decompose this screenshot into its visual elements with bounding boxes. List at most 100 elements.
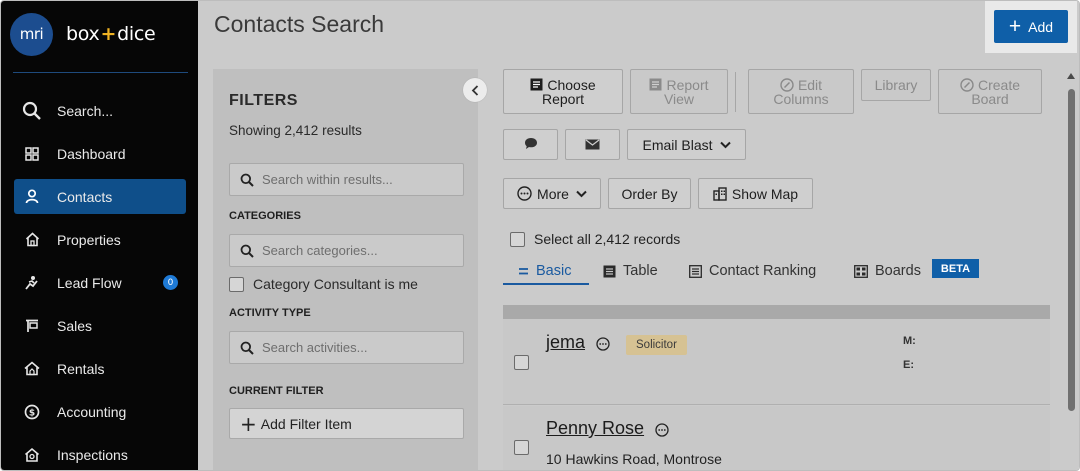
email-blast-dropdown[interactable]: Email Blast bbox=[627, 129, 746, 160]
beta-badge: BETA bbox=[932, 259, 979, 278]
consultant-checkbox-label: Category Consultant is me bbox=[253, 276, 418, 292]
search-activities-input[interactable]: Search activities... bbox=[229, 331, 464, 364]
tab-table-label: Table bbox=[623, 263, 658, 279]
person-icon bbox=[14, 189, 50, 204]
contact-name-link[interactable]: Penny Rose bbox=[546, 418, 644, 439]
sidebar-item-label: Sales bbox=[57, 317, 93, 334]
sidebar-item-accounting[interactable]: $ Accounting bbox=[14, 394, 186, 429]
report-view-label-2: View bbox=[663, 90, 695, 107]
search-icon bbox=[240, 173, 254, 187]
sidebar-item-inspections[interactable]: Inspections bbox=[14, 437, 186, 470]
more-circle-icon[interactable] bbox=[596, 337, 610, 351]
tab-boards-label: Boards bbox=[875, 263, 921, 279]
active-tab-underline bbox=[503, 283, 589, 285]
sidebar-item-label: Inspections bbox=[57, 446, 128, 463]
show-map-button[interactable]: Show Map bbox=[698, 178, 813, 209]
show-map-label: Show Map bbox=[731, 185, 799, 202]
sidebar-item-contacts[interactable]: Contacts bbox=[14, 179, 186, 214]
order-by-button[interactable]: Order By bbox=[608, 178, 691, 209]
brand-logo[interactable]: mri box+dice bbox=[10, 12, 156, 56]
edit-columns-label-1: Edit bbox=[797, 76, 823, 93]
page-title: Contacts Search bbox=[214, 11, 385, 37]
list-icon bbox=[518, 267, 529, 276]
tab-basic[interactable]: Basic bbox=[518, 257, 571, 285]
contact-mobile-label: M: bbox=[903, 335, 916, 347]
sidebar-item-label: Lead Flow bbox=[57, 274, 122, 291]
tab-boards[interactable]: Boards bbox=[854, 257, 921, 285]
current-filter-heading: CURRENT FILTER bbox=[229, 385, 324, 397]
sidebar-item-dashboard[interactable]: Dashboard bbox=[14, 136, 186, 171]
add-button-label: Add bbox=[1028, 18, 1054, 35]
report-icon bbox=[649, 78, 662, 91]
collapse-filters-button[interactable] bbox=[463, 78, 487, 102]
sms-button[interactable] bbox=[503, 129, 558, 160]
brand-name: box+dice bbox=[66, 23, 156, 45]
tab-contact-ranking-label: Contact Ranking bbox=[709, 263, 817, 279]
select-all-label: Select all 2,412 records bbox=[534, 231, 681, 247]
map-building-icon bbox=[713, 186, 727, 201]
consultant-checkbox[interactable] bbox=[229, 276, 244, 292]
report-view-button[interactable]: Report View bbox=[630, 69, 728, 114]
search-icon bbox=[240, 244, 254, 258]
add-filter-item-button[interactable]: + Add Filter Item bbox=[229, 408, 464, 439]
sidebar-item-label: Search... bbox=[57, 102, 114, 119]
library-button[interactable]: Library bbox=[861, 69, 931, 101]
search-within-results-input[interactable]: Search within results... bbox=[229, 163, 464, 196]
contact-address: 10 Hawkins Road, Montrose bbox=[546, 451, 722, 467]
svg-text:$: $ bbox=[29, 408, 35, 418]
create-board-button[interactable]: Create Board bbox=[938, 69, 1042, 114]
contact-card: Penny Rose 10 Hawkins Road, Montrose bbox=[503, 406, 1050, 470]
tab-contact-ranking[interactable]: Contact Ranking bbox=[689, 257, 816, 285]
chevron-down-icon bbox=[576, 190, 587, 198]
tab-table[interactable]: Table bbox=[603, 257, 658, 285]
ranking-list-icon bbox=[689, 264, 702, 278]
contact-name-link[interactable]: jema bbox=[546, 332, 585, 353]
contact-checkbox[interactable] bbox=[514, 440, 529, 455]
sidebar-item-rentals[interactable]: Rentals bbox=[14, 351, 186, 386]
library-label: Library bbox=[874, 77, 918, 93]
sidebar-item-lead-flow[interactable]: Lead Flow 0 bbox=[14, 265, 186, 300]
choose-report-label-2: Report bbox=[541, 90, 585, 107]
report-view-label-1: Report bbox=[666, 76, 709, 93]
pencil-circle-icon bbox=[960, 77, 974, 92]
choose-report-button[interactable]: Choose Report bbox=[503, 69, 623, 114]
table-icon bbox=[603, 265, 616, 278]
sidebar-item-label: Rentals bbox=[57, 360, 105, 377]
consultant-filter-row: Category Consultant is me bbox=[229, 276, 418, 292]
toolbar-divider bbox=[735, 72, 736, 112]
contact-checkbox[interactable] bbox=[514, 355, 529, 370]
select-all-row: Select all 2,412 records bbox=[510, 231, 680, 247]
select-all-checkbox[interactable] bbox=[510, 231, 525, 247]
mri-logo-icon: mri bbox=[10, 12, 53, 56]
scroll-up-arrow-icon[interactable] bbox=[1067, 73, 1075, 79]
filters-title: FILTERS bbox=[229, 92, 298, 109]
add-button[interactable]: + Add bbox=[994, 10, 1068, 43]
search-icon bbox=[240, 341, 254, 355]
email-button[interactable] bbox=[565, 129, 620, 160]
add-button-container: + Add bbox=[985, 1, 1077, 53]
sidebar-item-properties[interactable]: Properties bbox=[14, 222, 186, 257]
sidebar-item-label: Dashboard bbox=[57, 145, 126, 162]
plus-icon: + bbox=[1008, 15, 1022, 38]
edit-columns-label-2: Columns bbox=[773, 90, 829, 107]
chevron-left-icon bbox=[471, 84, 478, 96]
more-dropdown[interactable]: More bbox=[503, 178, 601, 209]
brand-name-left: box bbox=[66, 23, 100, 45]
email-blast-label: Email Blast bbox=[642, 136, 713, 153]
filters-panel: FILTERS Showing 2,412 results Search wit… bbox=[213, 69, 478, 470]
categories-placeholder: Search categories... bbox=[262, 243, 378, 258]
sidebar-item-sales[interactable]: Sales bbox=[14, 308, 186, 343]
scrollbar[interactable] bbox=[1064, 69, 1078, 470]
contact-card: jema Solicitor M: E: bbox=[503, 319, 1050, 405]
sidebar-item-search[interactable]: Search... bbox=[14, 93, 186, 128]
sidebar-item-label: Properties bbox=[57, 231, 121, 248]
scroll-thumb[interactable] bbox=[1068, 89, 1075, 411]
edit-columns-button[interactable]: Edit Columns bbox=[748, 69, 854, 114]
activities-placeholder: Search activities... bbox=[262, 340, 368, 355]
more-circle-icon[interactable] bbox=[655, 423, 669, 437]
search-categories-input[interactable]: Search categories... bbox=[229, 234, 464, 267]
more-circle-icon bbox=[517, 186, 532, 201]
boards-icon bbox=[854, 264, 868, 278]
envelope-icon bbox=[585, 137, 600, 153]
choose-report-label-1: Choose bbox=[547, 76, 596, 93]
